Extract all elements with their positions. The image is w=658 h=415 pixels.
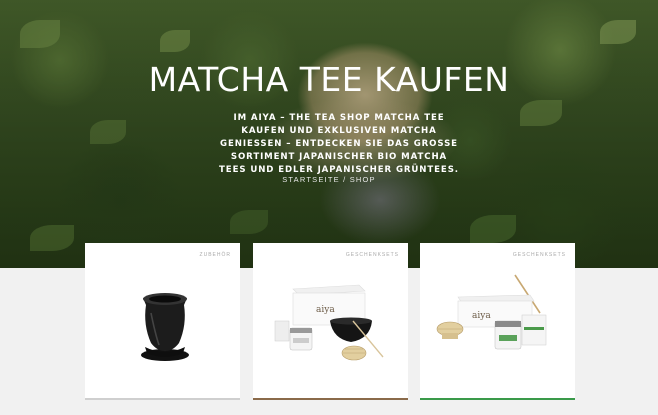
card-accent-bar [253,398,408,400]
aiya-logo: aiya [472,311,491,321]
hero-description: IM AIYA – THE TEA SHOP MATCHA TEE KAUFEN… [219,113,459,175]
breadcrumb-separator: / [343,175,347,184]
product-category: GESCHENKSETS [345,252,399,258]
breadcrumb: STARTSEITE / SHOP [0,175,658,184]
product-category: ZUBEHÖR [199,252,231,258]
page-title: MATCHA TEE KAUFEN [148,60,510,99]
product-card[interactable]: ZUBEHÖR [85,243,240,400]
product-category: GESCHENKSETS [512,252,566,258]
product-card[interactable]: GESCHENKSETS aiya [253,243,408,400]
card-accent-bar [420,398,575,400]
breadcrumb-current: SHOP [349,175,376,184]
breadcrumb-home-link[interactable]: STARTSEITE [282,175,340,184]
product-card[interactable]: GESCHENKSETS aiya [420,243,575,400]
matcha-whisk-holder-image[interactable] [85,243,240,400]
hero-banner: MATCHA TEE KAUFEN IM AIYA – THE TEA SHOP… [0,0,658,268]
aiya-logo: aiya [316,305,335,315]
card-accent-bar [85,398,240,400]
gift-set-image[interactable]: aiya [420,243,575,400]
gift-set-image[interactable]: aiya [253,243,408,400]
